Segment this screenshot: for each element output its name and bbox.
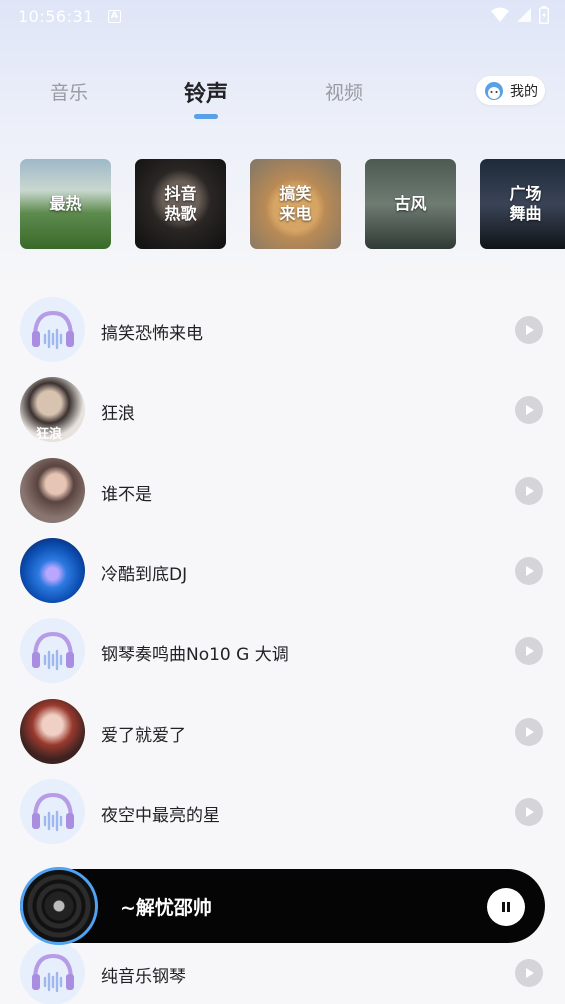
song-title: 钢琴奏鸣曲No10 G 大调 (101, 645, 289, 665)
song-cover (20, 458, 85, 523)
category-label: 古风 (394, 194, 427, 213)
category-square-dance[interactable]: 广场 舞曲 (480, 159, 565, 249)
headphones-icon (31, 792, 74, 831)
category-hot[interactable]: 最热 (20, 159, 111, 249)
play-icon (526, 486, 534, 496)
battery-icon (539, 6, 549, 24)
play-icon (526, 646, 534, 656)
headphones-icon (31, 310, 74, 349)
tab-music[interactable]: 音乐 (50, 78, 88, 105)
song-title: 夜空中最亮的星 (101, 806, 220, 826)
play-icon (526, 807, 534, 817)
song-cover (20, 699, 85, 764)
headphones-icon (31, 953, 74, 992)
song-title: 谁不是 (101, 485, 152, 505)
category-strip: 最热 抖音 热歌 搞笑 来电 古风 广场 舞曲 (20, 159, 565, 249)
song-cover (20, 618, 85, 683)
category-douyin-hits[interactable]: 抖音 热歌 (135, 159, 226, 249)
now-playing-title: ~解忧邵帅 (120, 897, 212, 919)
song-cover (20, 779, 85, 844)
list-item[interactable]: 夜空中最亮的星 (0, 771, 565, 851)
headphones-icon (31, 631, 74, 670)
active-tab-indicator (194, 114, 218, 119)
song-title: 爱了就爱了 (101, 726, 186, 746)
play-button[interactable] (515, 316, 543, 344)
play-button[interactable] (515, 557, 543, 585)
category-funny-calls[interactable]: 搞笑 来电 (250, 159, 341, 249)
mine-label: 我的 (510, 83, 538, 100)
mine-button[interactable]: 我的 (476, 76, 545, 105)
song-cover (20, 538, 85, 603)
notification-badge: A (107, 9, 121, 23)
list-item[interactable]: 冷酷到底DJ (0, 530, 565, 610)
list-item[interactable]: 狂浪 狂浪 (0, 369, 565, 449)
play-icon (526, 405, 534, 415)
face-icon (485, 81, 503, 100)
tab-ringtone[interactable]: 铃声 (184, 76, 228, 108)
signal-icon (517, 8, 531, 22)
list-item[interactable]: 钢琴奏鸣曲No10 G 大调 (0, 610, 565, 690)
play-button[interactable] (515, 637, 543, 665)
play-button[interactable] (515, 798, 543, 826)
play-icon (526, 968, 534, 978)
song-title: 纯音乐钢琴 (101, 967, 186, 987)
pause-icon (502, 902, 510, 912)
play-button[interactable] (515, 477, 543, 505)
play-button[interactable] (515, 959, 543, 987)
wifi-icon (491, 7, 509, 22)
category-label: 搞笑 来电 (279, 184, 312, 223)
vinyl-disc-icon[interactable] (20, 867, 98, 945)
category-label: 抖音 热歌 (164, 184, 197, 223)
play-icon (526, 325, 534, 335)
category-label: 广场 舞曲 (509, 184, 542, 223)
song-cover (20, 940, 85, 1004)
play-icon (526, 727, 534, 737)
list-item[interactable]: 爱了就爱了 (0, 691, 565, 771)
tab-video[interactable]: 视频 (325, 78, 363, 105)
category-label: 最热 (49, 194, 82, 213)
list-item[interactable]: 搞笑恐怖来电 (0, 289, 565, 369)
song-cover: 狂浪 (20, 377, 85, 442)
category-ancient-style[interactable]: 古风 (365, 159, 456, 249)
status-bar: 10:56:31 A (0, 0, 565, 32)
song-cover (20, 297, 85, 362)
song-title: 搞笑恐怖来电 (101, 324, 203, 344)
play-button[interactable] (515, 718, 543, 746)
pause-button[interactable] (487, 888, 525, 926)
status-icons (491, 6, 549, 24)
list-item[interactable]: 谁不是 (0, 450, 565, 530)
status-time: 10:56:31 (18, 6, 94, 26)
song-title: 冷酷到底DJ (101, 565, 188, 585)
mini-player[interactable]: ~解忧邵帅 (20, 867, 545, 945)
play-icon (526, 566, 534, 576)
cover-text: 狂浪 (36, 427, 63, 442)
song-title: 狂浪 (101, 404, 135, 424)
play-button[interactable] (515, 396, 543, 424)
